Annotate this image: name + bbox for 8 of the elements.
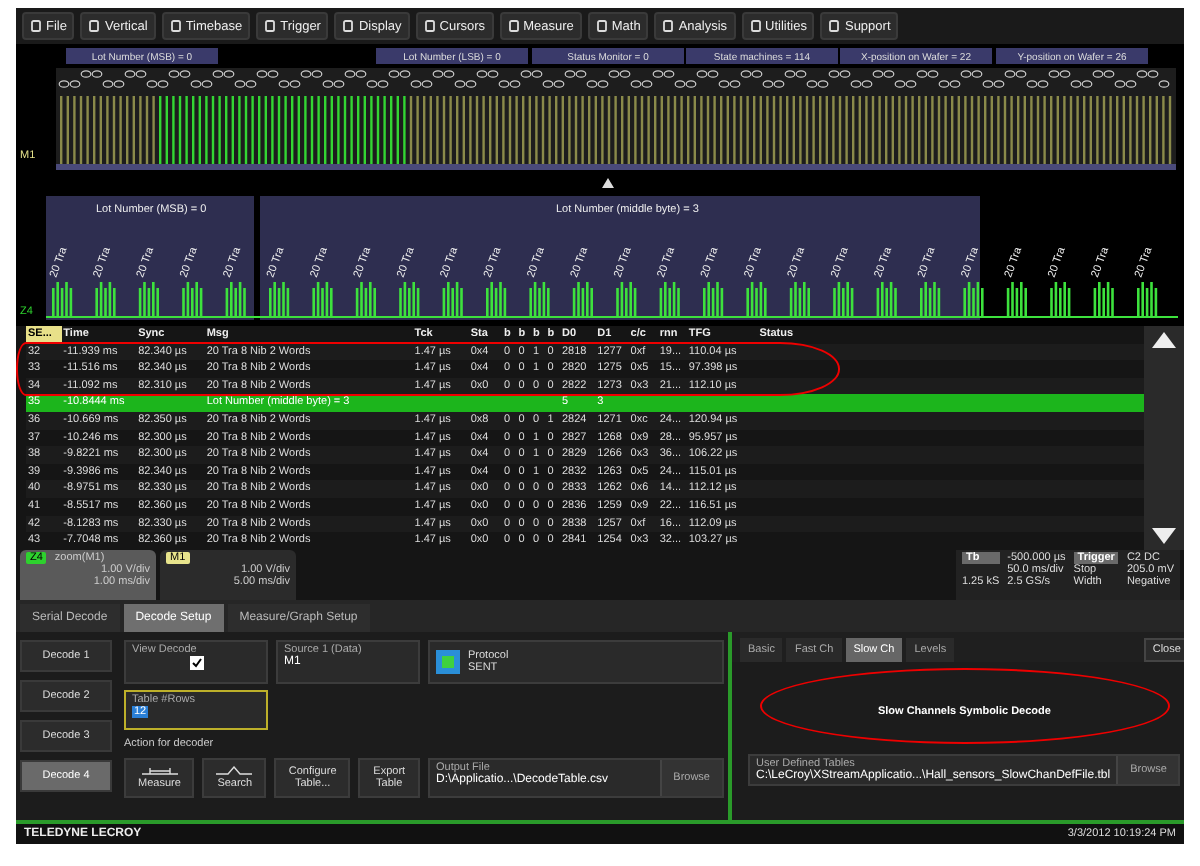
scrollbar[interactable]	[1144, 326, 1184, 550]
checkbox[interactable]	[189, 656, 203, 670]
scroll-up-icon[interactable]	[1152, 332, 1177, 348]
search-icon	[216, 766, 253, 776]
measure-icon	[141, 766, 178, 776]
scroll-down-icon[interactable]	[1152, 528, 1177, 544]
protocol-icon	[436, 650, 460, 674]
trigger-marker-icon	[602, 178, 614, 188]
